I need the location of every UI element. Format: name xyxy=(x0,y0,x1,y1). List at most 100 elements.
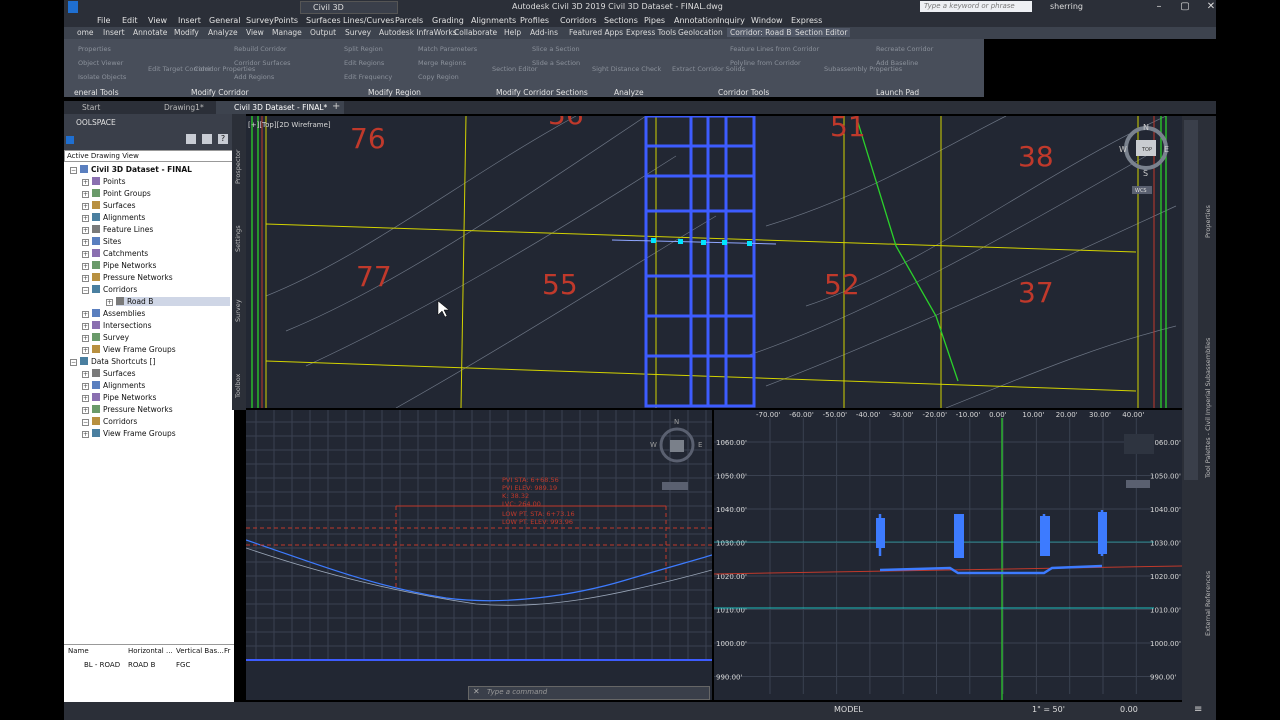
ribbon-tab[interactable]: Add-ins xyxy=(527,28,561,37)
annotation-scale[interactable]: 1" = 50' xyxy=(1032,705,1065,714)
grid-header[interactable]: Fr xyxy=(224,647,230,655)
tree-item[interactable]: Surfaces xyxy=(92,369,135,378)
expand-toggle-icon[interactable]: + xyxy=(82,335,89,342)
expand-toggle-icon[interactable]: + xyxy=(82,227,89,234)
expand-toggle-icon[interactable]: + xyxy=(82,215,89,222)
expand-toggle-icon[interactable]: + xyxy=(82,371,89,378)
minimize-icon[interactable]: – xyxy=(1146,0,1172,14)
expand-toggle-icon[interactable]: + xyxy=(82,395,89,402)
expand-toggle-icon[interactable]: + xyxy=(82,263,89,270)
expand-toggle-icon[interactable]: + xyxy=(82,347,89,354)
ribbon-tab-corridor[interactable]: Corridor: Road B xyxy=(727,28,795,37)
workspace-selector[interactable]: Civil 3D xyxy=(300,1,398,14)
ribbon-button[interactable]: Add Regions xyxy=(234,73,274,81)
wcs-label[interactable]: WCS xyxy=(1135,188,1147,194)
menu-icon[interactable]: ≡ xyxy=(1194,704,1202,715)
menu-item[interactable]: Insert xyxy=(178,16,201,25)
menu-item[interactable]: Survey xyxy=(246,16,274,25)
menu-item[interactable]: View xyxy=(148,16,167,25)
new-tab-icon[interactable]: + xyxy=(332,101,340,112)
ribbon-button[interactable]: Isolate Objects xyxy=(78,73,126,81)
tree-item[interactable]: Sites xyxy=(92,237,121,246)
doc-tab-active[interactable]: Civil 3D Dataset - FINAL* xyxy=(216,101,344,114)
menu-item[interactable]: Alignments xyxy=(471,16,516,25)
menu-item[interactable]: File xyxy=(97,16,110,25)
tree-item[interactable]: Road B xyxy=(116,297,230,306)
ribbon-button[interactable]: Properties xyxy=(78,45,111,53)
ribbon-tab[interactable]: Insert xyxy=(100,28,128,37)
user-name[interactable]: sherring xyxy=(1050,2,1083,11)
menu-item[interactable]: Edit xyxy=(122,16,138,25)
ribbon-button[interactable]: Edit Regions xyxy=(344,59,384,67)
ribbon-tab[interactable]: Analyze xyxy=(205,28,241,37)
status-value[interactable]: 0.00 xyxy=(1120,705,1138,714)
ribbon-button[interactable]: Slice a Section xyxy=(532,45,580,53)
tree-item[interactable]: Corridors xyxy=(92,285,137,294)
tool-strip[interactable] xyxy=(1184,120,1198,480)
expand-toggle-icon[interactable]: − xyxy=(70,167,77,174)
menu-item[interactable]: Express xyxy=(791,16,822,25)
view-select[interactable]: Active Drawing View xyxy=(64,150,234,162)
ribbon-button[interactable]: Section Editor xyxy=(492,65,537,73)
grid-header[interactable]: Name xyxy=(68,647,89,655)
ribbon-tab[interactable]: Survey xyxy=(342,28,374,37)
ribbon-button[interactable]: Corridor Surfaces xyxy=(234,59,291,67)
ribbon-tab[interactable]: ome xyxy=(74,28,97,37)
tree-item[interactable]: Surfaces xyxy=(92,201,135,210)
ribbon-group-title[interactable]: Modify Corridor xyxy=(191,88,249,97)
expand-toggle-icon[interactable]: + xyxy=(82,383,89,390)
maximize-icon[interactable]: ▢ xyxy=(1172,0,1198,14)
ribbon-tab[interactable]: Manage xyxy=(269,28,305,37)
tree-item[interactable]: Assemblies xyxy=(92,309,145,318)
command-input[interactable]: Type a command xyxy=(487,688,547,696)
ribbon-tab[interactable]: Annotate xyxy=(130,28,170,37)
grid-cell[interactable]: BL - ROAD xyxy=(84,661,120,669)
plan-viewport[interactable]: 76 77 55 51 52 38 37 56 TOP N S E W WCS … xyxy=(246,98,1182,409)
menu-item[interactable]: Lines/Curves xyxy=(343,16,394,25)
tree-item[interactable]: Feature Lines xyxy=(92,225,153,234)
menu-item[interactable]: Grading xyxy=(432,16,464,25)
ribbon-button[interactable]: Edit Frequency xyxy=(344,73,392,81)
ribbon-button[interactable]: Add Baseline xyxy=(876,59,918,67)
ribbon-button[interactable]: Split Region xyxy=(344,45,383,53)
tree-item[interactable]: Civil 3D Dataset - FINAL xyxy=(80,165,192,174)
help-icon[interactable]: ? xyxy=(218,134,228,144)
tree-item[interactable]: View Frame Groups xyxy=(92,345,176,354)
ribbon-button[interactable]: Merge Regions xyxy=(418,59,466,67)
tree-item[interactable]: Point Groups xyxy=(92,189,151,198)
ribbon-button[interactable]: Sight Distance Check xyxy=(592,65,661,73)
tree-item[interactable]: Catchments xyxy=(92,249,148,258)
grid-header[interactable]: Horizontal ... xyxy=(128,647,173,655)
prospector-icon[interactable] xyxy=(202,134,212,144)
doc-tab[interactable]: Start xyxy=(64,101,150,114)
viewcube-w[interactable]: W xyxy=(1119,145,1127,154)
expand-toggle-icon[interactable]: − xyxy=(82,287,89,294)
tree-item[interactable]: View Frame Groups xyxy=(92,429,176,438)
app-logo-icon[interactable] xyxy=(68,1,78,13)
menu-item[interactable]: Points xyxy=(274,16,298,25)
tree-item[interactable]: Alignments xyxy=(92,381,145,390)
ribbon-tab[interactable]: View xyxy=(243,28,267,37)
ribbon-group-title[interactable]: Modify Region xyxy=(368,88,421,97)
tree-item[interactable]: Corridors xyxy=(92,417,137,426)
ribbon-button[interactable]: Slide a Section xyxy=(532,59,580,67)
ribbon-button[interactable]: Copy Region xyxy=(418,73,459,81)
viewcube-top[interactable]: TOP xyxy=(1141,147,1152,153)
ribbon-tab[interactable]: Modify xyxy=(171,28,202,37)
menu-item[interactable]: Surfaces xyxy=(306,16,341,25)
tree-item[interactable]: Pressure Networks xyxy=(92,273,173,282)
ribbon-tab[interactable]: Autodesk InfraWorks xyxy=(376,28,460,37)
menu-item[interactable]: Parcels xyxy=(395,16,423,25)
tree-item[interactable]: Pipe Networks xyxy=(92,261,156,270)
ribbon-tab[interactable]: Geolocation xyxy=(675,28,726,37)
grid-cell[interactable]: FGC xyxy=(176,661,190,669)
tool-palettes-tab[interactable]: Tool Palettes - Civil Imperial Subassemb… xyxy=(1204,338,1212,478)
tree-item[interactable]: Pressure Networks xyxy=(92,405,173,414)
side-tab-settings[interactable]: Settings xyxy=(234,225,242,252)
ribbon-button[interactable]: Recreate Corridor xyxy=(876,45,933,53)
ribbon-tab[interactable]: Featured Apps xyxy=(566,28,626,37)
tree-item[interactable]: Intersections xyxy=(92,321,152,330)
ribbon-button[interactable]: Object Viewer xyxy=(78,59,123,67)
tree-item[interactable]: Pipe Networks xyxy=(92,393,156,402)
expand-toggle-icon[interactable]: + xyxy=(82,239,89,246)
